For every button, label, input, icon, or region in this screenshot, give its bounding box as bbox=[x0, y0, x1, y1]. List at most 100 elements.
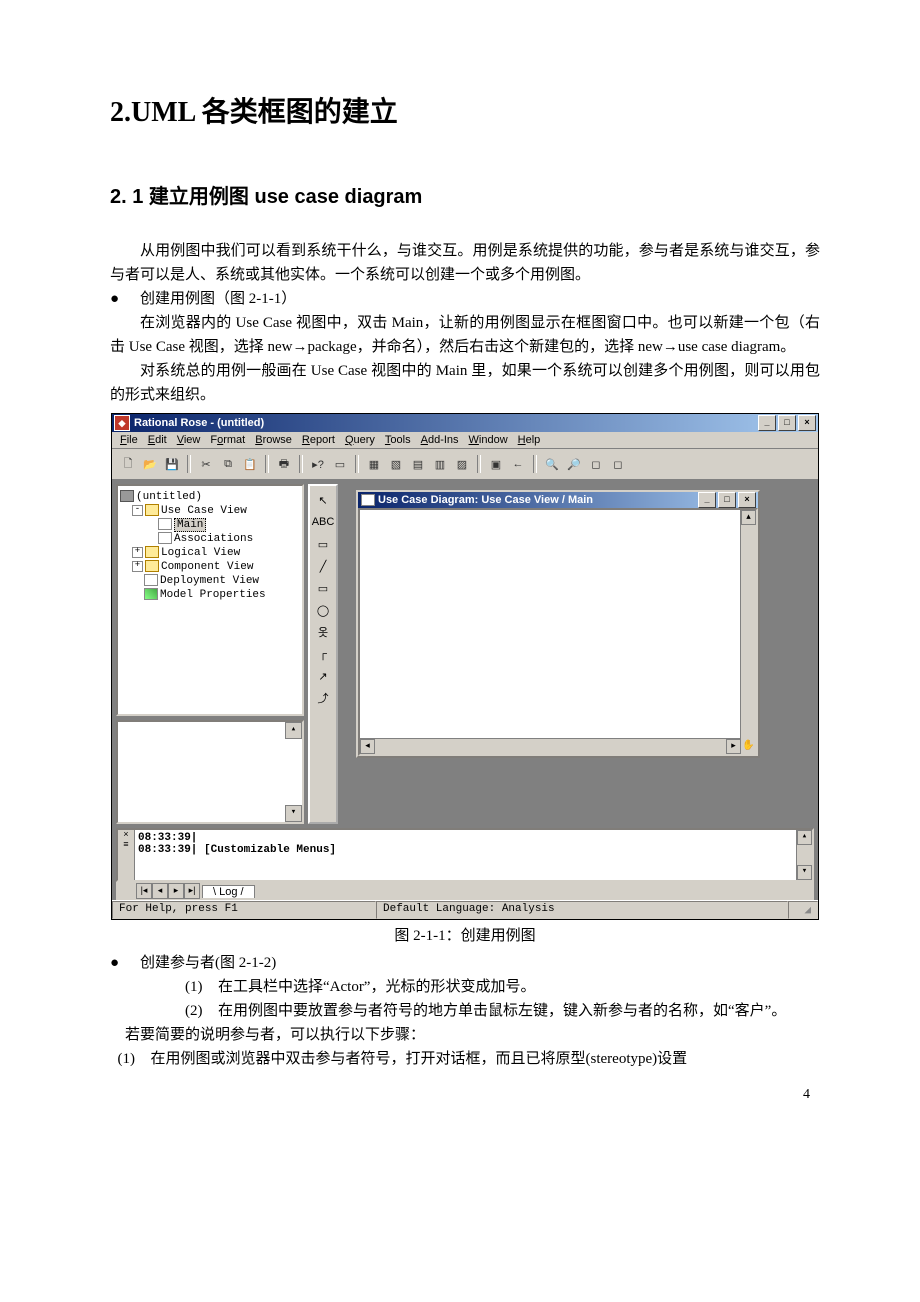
child-titlebar[interactable]: Use Case Diagram: Use Case View / Main _… bbox=[358, 492, 758, 508]
minimize-button[interactable]: _ bbox=[758, 415, 776, 431]
save-icon[interactable]: 💾 bbox=[162, 454, 182, 474]
package-tool-icon[interactable]: ▭ bbox=[314, 580, 332, 596]
close-button[interactable]: × bbox=[798, 415, 816, 431]
usecase-tool-icon[interactable]: ◯ bbox=[314, 602, 332, 618]
expand-icon[interactable]: + bbox=[132, 561, 143, 572]
print-icon[interactable]: 🖶 bbox=[274, 454, 294, 474]
child-close-button[interactable]: × bbox=[738, 492, 756, 508]
tree-deployment-view[interactable]: Deployment View bbox=[160, 575, 259, 587]
scroll-up-icon[interactable]: ▴ bbox=[741, 510, 756, 525]
tree-associations[interactable]: Associations bbox=[174, 533, 253, 545]
menu-file[interactable]: File bbox=[120, 434, 138, 446]
paragraph-2: 在浏览器内的 Use Case 视图中，双击 Main，让新的用例图显示在框图窗… bbox=[110, 311, 820, 359]
child-minimize-button[interactable]: _ bbox=[698, 492, 716, 508]
menu-browse[interactable]: Browse bbox=[255, 434, 292, 446]
log-toggle-icon[interactable]: ×≡ bbox=[118, 830, 135, 880]
step-text: 在工具栏中选择“Actor”，光标的形状变成加号。 bbox=[218, 975, 820, 999]
tree-main[interactable]: Main bbox=[174, 518, 206, 532]
menu-format[interactable]: Format bbox=[210, 434, 245, 446]
open-icon[interactable]: 📂 bbox=[140, 454, 160, 474]
anchor-tool-icon[interactable]: ╱ bbox=[314, 558, 332, 574]
tab-first-icon[interactable]: |◂ bbox=[136, 883, 152, 899]
window-titlebar[interactable]: ◆ Rational Rose - (untitled) _ □ × bbox=[112, 414, 818, 432]
menu-tools[interactable]: Tools bbox=[385, 434, 411, 446]
fit-window-icon[interactable]: ◻ bbox=[586, 454, 606, 474]
tree-logical-view[interactable]: Logical View bbox=[161, 547, 240, 559]
dependency-tool-icon[interactable]: ↗ bbox=[314, 668, 332, 684]
cut-icon[interactable]: ✂ bbox=[196, 454, 216, 474]
browse-deploy-icon[interactable]: ▨ bbox=[452, 454, 472, 474]
menu-window[interactable]: Window bbox=[469, 434, 508, 446]
log-tab[interactable]: \ Log / bbox=[202, 885, 255, 898]
tree-model-properties[interactable]: Model Properties bbox=[160, 589, 266, 601]
menu-report[interactable]: Report bbox=[302, 434, 335, 446]
bullet-create-actor: 创建参与者(图 2-1-2) bbox=[140, 951, 276, 975]
menu-help[interactable]: Help bbox=[518, 434, 541, 446]
log-line: 08:33:39| [Customizable Menus] bbox=[138, 844, 810, 856]
maximize-button[interactable]: □ bbox=[778, 415, 796, 431]
step-text: 在用例图中要放置参与者符号的地方单击鼠标左键，键入新参与者的名称，如“客户”。 bbox=[218, 999, 820, 1023]
collapse-icon[interactable]: - bbox=[132, 505, 143, 516]
scroll-up-icon[interactable]: ▴ bbox=[797, 830, 812, 845]
log-pane[interactable]: ×≡ 08:33:39| 08:33:39| [Customizable Men… bbox=[116, 828, 814, 882]
paste-icon[interactable]: 📋 bbox=[240, 454, 260, 474]
documentation-pane[interactable]: ▴ ▾ bbox=[116, 720, 304, 824]
association-tool-icon[interactable]: ┌ bbox=[314, 646, 332, 662]
tree-root[interactable]: (untitled) bbox=[136, 491, 202, 503]
log-scrollbar[interactable]: ▴ ▾ bbox=[796, 830, 812, 880]
child-maximize-button[interactable]: □ bbox=[718, 492, 736, 508]
diagram-canvas[interactable]: ▴ ▾ ◂ ▸ ✋ bbox=[358, 508, 758, 756]
scroll-up-icon[interactable]: ▴ bbox=[285, 722, 302, 739]
expand-icon[interactable]: + bbox=[132, 547, 143, 558]
tree-usecase-view[interactable]: Use Case View bbox=[161, 505, 247, 517]
tab-next-icon[interactable]: ▸ bbox=[168, 883, 184, 899]
note-tool-icon[interactable]: ▭ bbox=[314, 536, 332, 552]
scroll-left-icon[interactable]: ◂ bbox=[360, 739, 375, 754]
resize-grip-icon[interactable]: ◢ bbox=[788, 901, 818, 919]
assoc-icon bbox=[158, 532, 172, 544]
menu-query[interactable]: Query bbox=[345, 434, 375, 446]
actor-tool-icon[interactable]: 옷 bbox=[314, 624, 332, 640]
folder-icon bbox=[145, 560, 159, 572]
log-line: 08:33:39| bbox=[138, 832, 810, 844]
mdi-area: Use Case Diagram: Use Case View / Main _… bbox=[342, 484, 814, 824]
menu-addins[interactable]: Add-Ins bbox=[421, 434, 459, 446]
tree-component-view[interactable]: Component View bbox=[161, 561, 253, 573]
scroll-right-icon[interactable]: ▸ bbox=[726, 739, 741, 754]
project-icon bbox=[120, 490, 134, 502]
zoom-in-icon[interactable]: 🔍 bbox=[542, 454, 562, 474]
browse-class-icon[interactable]: ▦ bbox=[364, 454, 384, 474]
browse-prev-icon[interactable]: ← bbox=[508, 454, 528, 474]
undo-fit-icon[interactable]: ◻ bbox=[608, 454, 628, 474]
pointer-tool-icon[interactable]: ↖ bbox=[314, 492, 332, 508]
menu-view[interactable]: View bbox=[177, 434, 201, 446]
scroll-down-icon[interactable]: ▾ bbox=[797, 865, 812, 880]
menu-edit[interactable]: Edit bbox=[148, 434, 167, 446]
context-help-icon[interactable]: ▸? bbox=[308, 454, 328, 474]
tab-prev-icon[interactable]: ◂ bbox=[152, 883, 168, 899]
horizontal-scrollbar[interactable]: ◂ ▸ bbox=[360, 738, 741, 754]
child-window-title: Use Case Diagram: Use Case View / Main bbox=[378, 494, 593, 506]
diagram-child-window[interactable]: Use Case Diagram: Use Case View / Main _… bbox=[356, 490, 760, 758]
pan-grip-icon[interactable]: ✋ bbox=[741, 739, 756, 754]
menubar[interactable]: File Edit View Format Browse Report Quer… bbox=[112, 432, 818, 449]
page-number: 4 bbox=[110, 1087, 820, 1103]
view-doc-icon[interactable]: ▭ bbox=[330, 454, 350, 474]
zoom-out-icon[interactable]: 🔎 bbox=[564, 454, 584, 474]
generalization-tool-icon[interactable]: ⤴ bbox=[314, 690, 332, 706]
status-language: Default Language: Analysis bbox=[376, 901, 788, 919]
tab-last-icon[interactable]: ▸| bbox=[184, 883, 200, 899]
text-tool-icon[interactable]: ABC bbox=[314, 514, 332, 530]
browse-state-icon[interactable]: ▥ bbox=[430, 454, 450, 474]
folder-icon bbox=[145, 504, 159, 516]
browse-interaction-icon[interactable]: ▧ bbox=[386, 454, 406, 474]
vertical-scrollbar[interactable]: ▴ ▾ bbox=[740, 510, 756, 754]
scroll-down-icon[interactable]: ▾ bbox=[285, 805, 302, 822]
paragraph-4: 若要简要的说明参与者，可以执行以下步骤： bbox=[110, 1023, 820, 1047]
model-browser-tree[interactable]: (untitled) - Use Case View Main Associati… bbox=[116, 484, 304, 716]
browse-parent-icon[interactable]: ▣ bbox=[486, 454, 506, 474]
browse-component-icon[interactable]: ▤ bbox=[408, 454, 428, 474]
new-icon[interactable]: 🗋 bbox=[118, 454, 138, 474]
copy-icon[interactable]: ⧉ bbox=[218, 454, 238, 474]
heading-2: 2. 1 建立用例图 use case diagram bbox=[110, 180, 820, 209]
